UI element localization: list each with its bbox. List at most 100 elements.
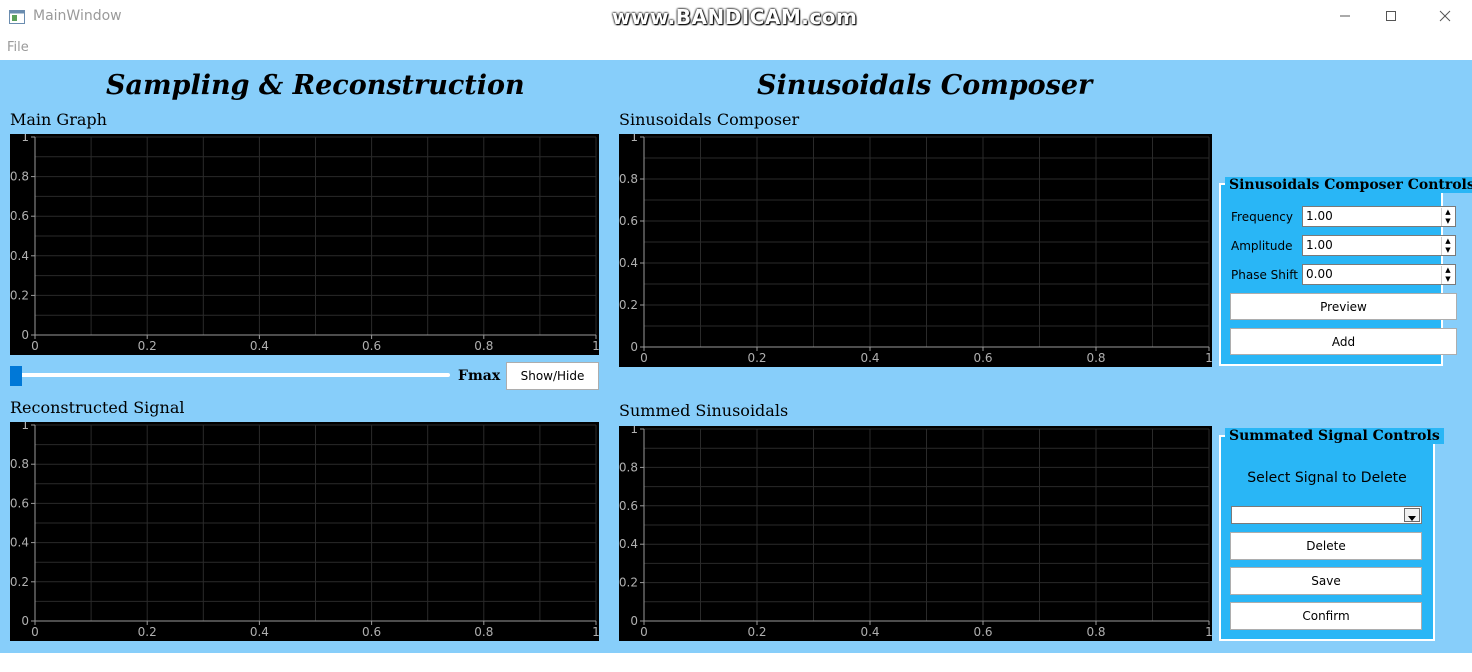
slider-track — [16, 373, 450, 377]
close-icon — [1439, 10, 1451, 22]
maximize-button[interactable] — [1368, 0, 1414, 32]
x-tick-label: 0.8 — [1086, 351, 1105, 365]
phase-label: Phase Shift — [1231, 268, 1298, 282]
show-hide-button[interactable]: Show/Hide — [506, 362, 599, 390]
x-tick-label: 0.6 — [362, 625, 381, 639]
signal-select[interactable] — [1231, 506, 1422, 524]
composer-plot[interactable]: 0 0.2 0.4 0.6 0.8 1 0 0.2 0.4 0.6 0.8 1 — [619, 134, 1212, 367]
add-button[interactable]: Add — [1230, 328, 1457, 355]
y-tick-label: 0.8 — [619, 172, 638, 186]
watermark: www.BANDICAM.com — [612, 5, 858, 29]
y-tick-label: 0.2 — [10, 288, 29, 302]
x-tick-label: 0.2 — [138, 339, 157, 353]
y-tick-label: 0.8 — [619, 460, 638, 474]
menu-file[interactable]: File — [7, 40, 29, 55]
down-arrow-icon[interactable]: ▼ — [1442, 217, 1454, 226]
confirm-button[interactable]: Confirm — [1230, 602, 1422, 630]
y-tick-label: 0.2 — [619, 298, 638, 312]
amplitude-value: 1.00 — [1306, 238, 1333, 252]
select-signal-label: Select Signal to Delete — [1247, 470, 1407, 486]
x-tick-label: 0 — [31, 339, 39, 353]
x-tick-label: 0 — [640, 351, 648, 365]
y-tick-label: 0.4 — [619, 256, 638, 270]
plot-canvas: 0 0.2 0.4 0.6 0.8 1 0 0.2 0.4 0.6 0.8 1 — [619, 426, 1212, 639]
up-arrow-icon[interactable]: ▲ — [1442, 266, 1454, 275]
plot-canvas: 0 0.2 0.4 0.6 0.8 1 0 0.2 0.4 0.6 0.8 1 — [10, 422, 599, 639]
bottom-edge — [0, 653, 1472, 672]
y-tick-label: 0 — [21, 614, 29, 628]
x-tick-label: 1 — [592, 339, 599, 353]
x-tick-label: 0.4 — [250, 625, 269, 639]
phase-value: 0.00 — [1306, 267, 1333, 281]
summed-plot[interactable]: 0 0.2 0.4 0.6 0.8 1 0 0.2 0.4 0.6 0.8 1 — [619, 426, 1212, 641]
y-tick-label: 0 — [630, 340, 638, 354]
x-tick-label: 0.2 — [747, 351, 766, 365]
y-tick-label: 1 — [21, 134, 29, 144]
close-button[interactable] — [1422, 0, 1468, 32]
composer-controls-title: Sinusoidals Composer Controls — [1225, 177, 1472, 193]
y-tick-label: 0.6 — [10, 496, 29, 510]
reconstructed-label: Reconstructed Signal — [10, 398, 185, 417]
amplitude-label: Amplitude — [1231, 239, 1293, 253]
maximize-icon — [1386, 11, 1396, 21]
down-arrow-icon[interactable]: ▼ — [1442, 275, 1454, 284]
slider-handle[interactable] — [10, 366, 22, 386]
y-tick-label: 1 — [21, 422, 29, 432]
up-arrow-icon[interactable]: ▲ — [1442, 237, 1454, 246]
amplitude-stepper[interactable]: ▲ ▼ — [1441, 237, 1454, 255]
app-icon — [9, 9, 25, 24]
x-tick-label: 0.4 — [860, 351, 879, 365]
composer-heading: Sinusoidals Composer — [757, 70, 1093, 101]
x-tick-label: 0.8 — [474, 625, 493, 639]
down-arrow-icon[interactable]: ▼ — [1442, 246, 1454, 255]
phase-spinbox[interactable]: 0.00 ▲ ▼ — [1302, 264, 1456, 285]
minimize-icon — [1340, 15, 1350, 17]
y-tick-label: 0 — [21, 328, 29, 342]
frequency-label: Frequency — [1231, 210, 1293, 224]
reconstructed-plot[interactable]: 0 0.2 0.4 0.6 0.8 1 0 0.2 0.4 0.6 0.8 1 — [10, 422, 599, 641]
preview-button[interactable]: Preview — [1230, 293, 1457, 320]
phase-stepper[interactable]: ▲ ▼ — [1441, 266, 1454, 284]
frequency-stepper[interactable]: ▲ ▼ — [1441, 208, 1454, 226]
y-tick-label: 0.2 — [10, 575, 29, 589]
fmax-slider[interactable] — [10, 364, 452, 388]
save-button[interactable]: Save — [1230, 567, 1422, 595]
y-tick-label: 0.2 — [619, 576, 638, 590]
y-tick-label: 0.6 — [10, 209, 29, 223]
plot-canvas: 0 0.2 0.4 0.6 0.8 1 0 0.2 0.4 0.6 0.8 1 — [619, 134, 1212, 365]
frequency-spinbox[interactable]: 1.00 ▲ ▼ — [1302, 206, 1456, 227]
x-tick-label: 0 — [31, 625, 39, 639]
y-tick-label: 0.4 — [10, 249, 29, 263]
y-tick-label: 0.8 — [10, 457, 29, 471]
x-tick-label: 0.2 — [138, 625, 157, 639]
main-graph-label: Main Graph — [10, 110, 107, 129]
x-tick-label: 0.8 — [474, 339, 493, 353]
main-graph-plot[interactable]: 0 0.2 0.4 0.6 0.8 1 0 0.2 0.4 0.6 0.8 1 — [10, 134, 599, 355]
delete-button[interactable]: Delete — [1230, 532, 1422, 560]
up-arrow-icon[interactable]: ▲ — [1442, 208, 1454, 217]
title-bar: MainWindow www.BANDICAM.com — [0, 0, 1472, 36]
x-tick-label: 1 — [1205, 625, 1212, 639]
y-tick-label: 0.6 — [619, 214, 638, 228]
fmax-label: Fmax — [458, 368, 501, 384]
x-tick-label: 0 — [640, 625, 648, 639]
minimize-button[interactable] — [1322, 0, 1368, 32]
y-tick-label: 0.8 — [10, 170, 29, 184]
summed-controls-title: Summated Signal Controls — [1225, 428, 1444, 444]
menu-bar: File — [0, 36, 1472, 60]
plot-canvas: 0 0.2 0.4 0.6 0.8 1 0 0.2 0.4 0.6 0.8 1 — [10, 134, 599, 353]
x-tick-label: 0.4 — [250, 339, 269, 353]
y-tick-label: 0 — [630, 614, 638, 628]
composer-graph-label: Sinusoidals Composer — [619, 110, 800, 129]
x-tick-label: 0.6 — [973, 351, 992, 365]
y-tick-label: 0.4 — [10, 536, 29, 550]
chevron-down-icon[interactable] — [1404, 508, 1420, 522]
window-title: MainWindow — [33, 8, 122, 24]
summed-label: Summed Sinusoidals — [619, 401, 789, 420]
frequency-value: 1.00 — [1306, 209, 1333, 223]
amplitude-spinbox[interactable]: 1.00 ▲ ▼ — [1302, 235, 1456, 256]
x-tick-label: 1 — [1205, 351, 1212, 365]
sampling-heading: Sampling & Reconstruction — [106, 70, 525, 101]
x-tick-label: 0.4 — [860, 625, 879, 639]
x-tick-label: 0.6 — [362, 339, 381, 353]
